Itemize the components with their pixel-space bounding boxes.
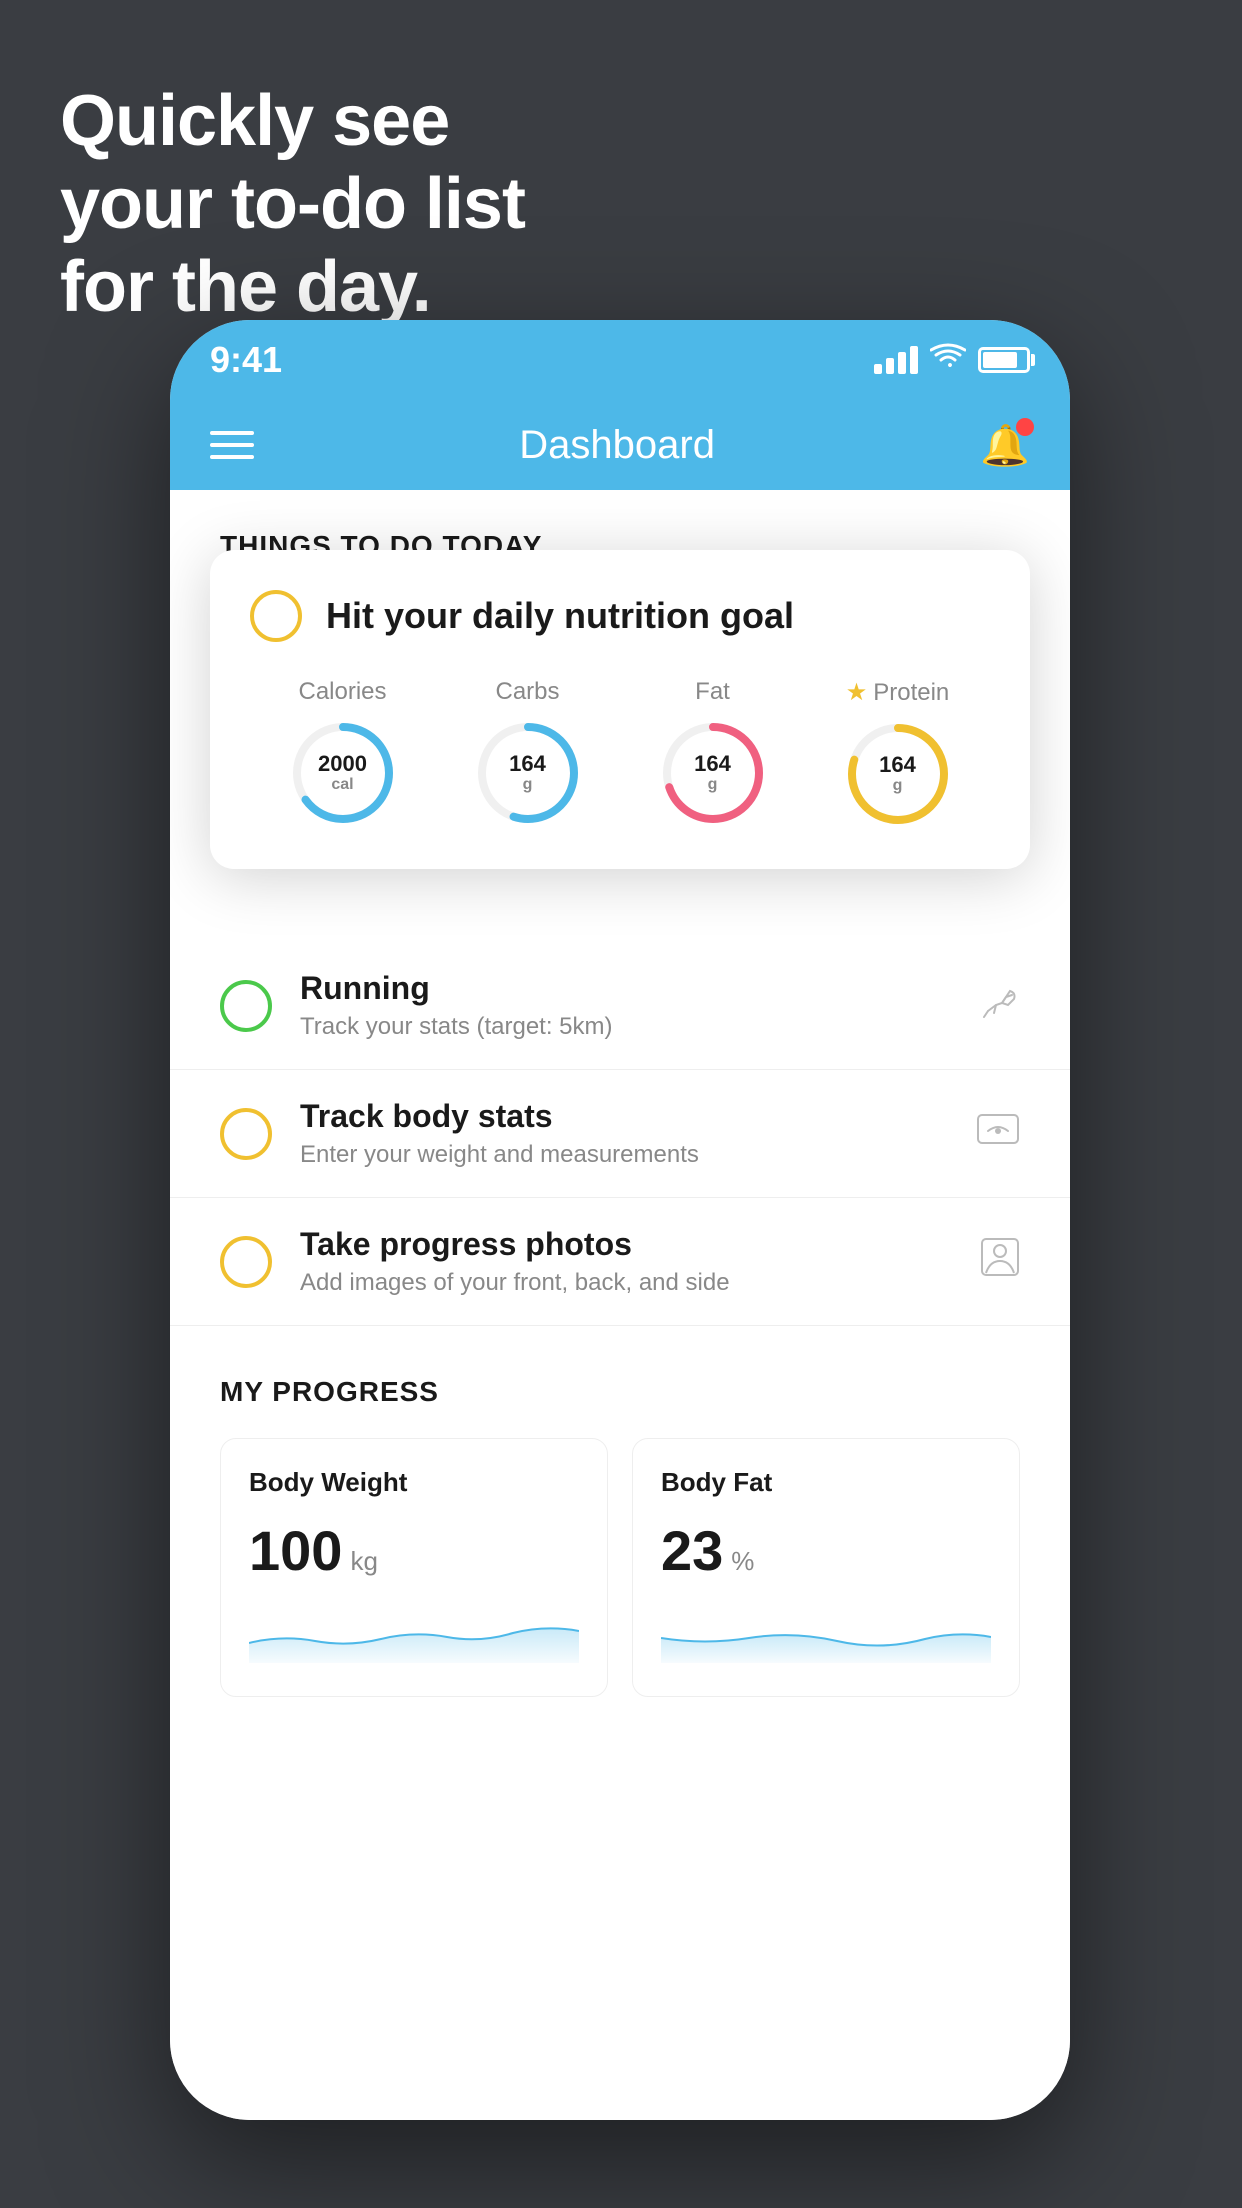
track-body-subtitle: Enter your weight and measurements xyxy=(300,1141,948,1169)
todo-item-photos[interactable]: Take progress photos Add images of your … xyxy=(170,1198,1070,1326)
running-title: Running xyxy=(300,970,952,1007)
status-bar: 9:41 xyxy=(170,320,1070,400)
status-time: 9:41 xyxy=(210,339,282,381)
progress-cards: Body Weight 100 kg xyxy=(220,1438,1020,1697)
track-body-title: Track body stats xyxy=(300,1098,948,1135)
track-body-checkbox[interactable] xyxy=(220,1108,272,1160)
nutrition-row: Calories 2000 cal Carbs xyxy=(250,678,990,829)
body-weight-title: Body Weight xyxy=(249,1467,579,1498)
carbs-label: Carbs xyxy=(495,678,559,706)
body-fat-chart xyxy=(661,1603,991,1663)
todo-item-track-body[interactable]: Track body stats Enter your weight and m… xyxy=(170,1070,1070,1198)
todo-item-running[interactable]: Running Track your stats (target: 5km) xyxy=(170,942,1070,1070)
running-icon xyxy=(980,983,1020,1028)
body-weight-chart xyxy=(249,1603,579,1663)
menu-button[interactable] xyxy=(210,431,254,459)
scale-icon xyxy=(976,1111,1020,1156)
nutrition-carbs: Carbs 164 g xyxy=(473,678,583,829)
body-fat-value: 23 xyxy=(661,1518,723,1583)
nutrition-card-title: Hit your daily nutrition goal xyxy=(326,595,794,637)
signal-bars-icon xyxy=(874,346,918,374)
nutrition-calories: Calories 2000 cal xyxy=(288,678,398,829)
photos-checkbox[interactable] xyxy=(220,1236,272,1288)
running-subtitle: Track your stats (target: 5km) xyxy=(300,1013,952,1041)
body-weight-card: Body Weight 100 kg xyxy=(220,1438,608,1697)
body-fat-unit: % xyxy=(731,1546,754,1577)
phone-content: THINGS TO DO TODAY Hit your daily nutrit… xyxy=(170,490,1070,2120)
calories-chart: 2000 cal xyxy=(288,718,398,828)
protein-chart: 164 g xyxy=(843,719,953,829)
status-icons xyxy=(874,343,1030,378)
nutrition-protein: ★ Protein 164 g xyxy=(843,678,953,829)
carbs-chart: 164 g xyxy=(473,718,583,828)
progress-section: MY PROGRESS Body Weight 100 kg xyxy=(170,1326,1070,1727)
body-weight-value: 100 xyxy=(249,1518,342,1583)
body-weight-unit: kg xyxy=(350,1546,377,1577)
star-icon: ★ xyxy=(846,678,868,707)
body-fat-title: Body Fat xyxy=(661,1467,991,1498)
running-checkbox[interactable] xyxy=(220,980,272,1032)
nutrition-fat: Fat 164 g xyxy=(658,678,768,829)
phone-frame: 9:41 xyxy=(170,320,1070,2120)
fat-label: Fat xyxy=(695,678,730,706)
body-fat-card: Body Fat 23 % xyxy=(632,1438,1020,1697)
nutrition-card: Hit your daily nutrition goal Calories 2… xyxy=(210,550,1030,869)
nutrition-checkbox[interactable] xyxy=(250,590,302,642)
calories-label: Calories xyxy=(298,678,386,706)
photos-subtitle: Add images of your front, back, and side xyxy=(300,1269,952,1297)
protein-label: ★ Protein xyxy=(846,678,950,707)
photos-title: Take progress photos xyxy=(300,1226,952,1263)
fat-chart: 164 g xyxy=(658,718,768,828)
nav-bar: Dashboard 🔔 xyxy=(170,400,1070,490)
battery-icon xyxy=(978,347,1030,373)
todo-list: Running Track your stats (target: 5km) xyxy=(170,942,1070,1326)
person-photo-icon xyxy=(980,1237,1020,1286)
progress-section-header: MY PROGRESS xyxy=(220,1376,1020,1408)
headline: Quickly see your to-do list for the day. xyxy=(60,80,525,328)
nav-title: Dashboard xyxy=(519,423,715,468)
wifi-icon xyxy=(930,343,966,378)
notification-bell-icon[interactable]: 🔔 xyxy=(980,422,1030,469)
